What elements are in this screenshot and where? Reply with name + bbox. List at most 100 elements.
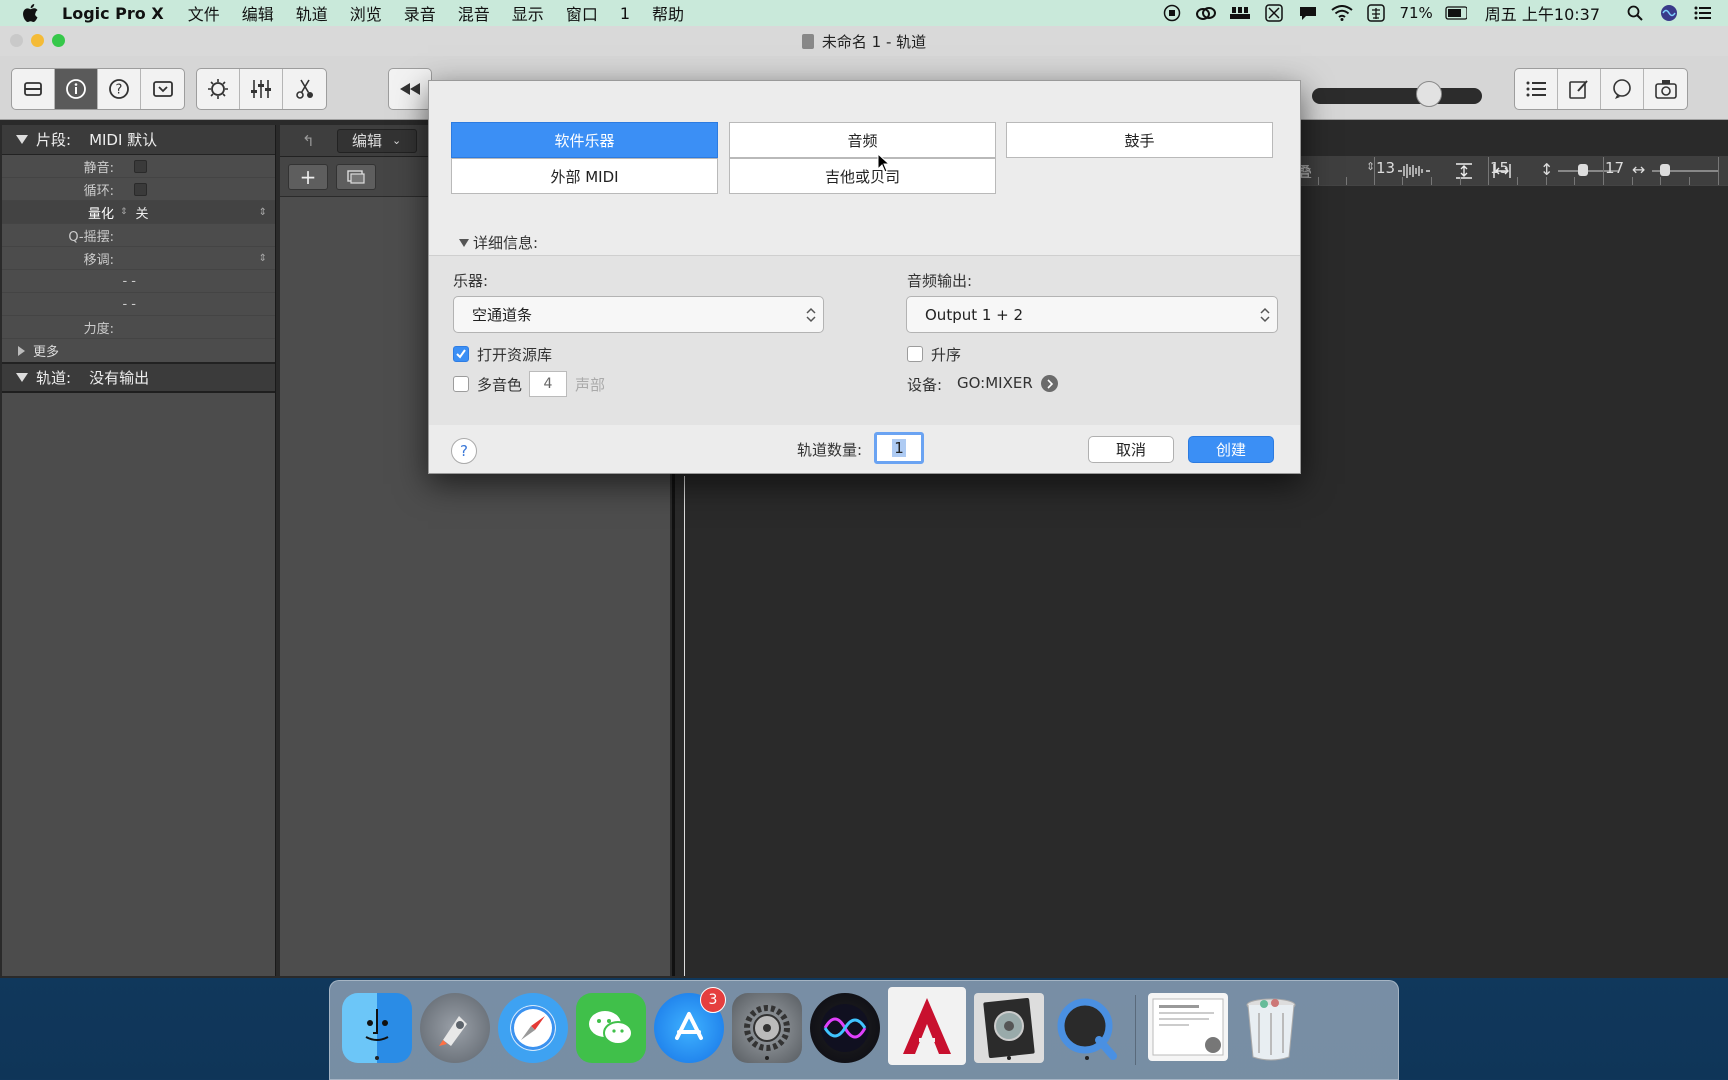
menu-app-name[interactable]: Logic Pro X	[62, 4, 164, 23]
menu-browse[interactable]: 浏览	[350, 1, 382, 25]
mixer-button[interactable]	[240, 69, 283, 109]
drummer-option[interactable]: 鼓手	[1006, 122, 1273, 158]
region-inspector-header[interactable]: 片段: MIDI 默认	[2, 125, 275, 155]
menu-view[interactable]: 显示	[512, 1, 544, 25]
master-volume-track[interactable]	[1312, 88, 1482, 104]
disclosure-triangle-icon[interactable]	[16, 135, 28, 144]
smart-controls-button[interactable]	[197, 69, 240, 109]
transpose-popup-icon[interactable]: ⇕	[259, 253, 267, 264]
track-stack-button[interactable]	[336, 164, 376, 190]
wechat-icon[interactable]	[576, 993, 646, 1063]
app-store-icon[interactable]: 3	[654, 987, 726, 1063]
library-button[interactable]	[12, 69, 55, 109]
details-disclosure[interactable]: 详细信息:	[459, 232, 538, 253]
inspector-row-quantize[interactable]: 量化 ⇕ 关 ⇕	[2, 201, 275, 224]
external-midi-option[interactable]: 外部 MIDI	[451, 158, 718, 194]
window-controls	[10, 34, 65, 47]
track-name[interactable]: 没有输出	[89, 367, 149, 388]
quick-help-button[interactable]: ?	[98, 69, 141, 109]
inspector-row-transpose[interactable]: 移调: ⇕	[2, 247, 275, 270]
input-method-icon[interactable]	[1365, 4, 1387, 22]
clock[interactable]: 周五 上午10:37	[1485, 1, 1600, 25]
menu-edit[interactable]: 编辑	[242, 1, 274, 25]
finder-icon[interactable]	[342, 993, 412, 1063]
audio-option[interactable]: 音频	[729, 122, 996, 158]
help-button[interactable]: ?	[451, 438, 477, 464]
notification-icon[interactable]	[1297, 4, 1319, 22]
minimize-window-button[interactable]	[31, 34, 44, 47]
quantize-popup-icon[interactable]: ⇕	[259, 207, 267, 218]
network-utility-icon[interactable]	[1263, 4, 1285, 22]
siri-icon[interactable]	[810, 993, 880, 1063]
mute-checkbox[interactable]	[134, 159, 147, 173]
audio-output-select[interactable]: Output 1 + 2	[906, 296, 1278, 333]
guitar-bass-option[interactable]: 吉他或贝司	[729, 158, 996, 194]
ruler-label: 13	[1376, 159, 1396, 177]
safari-icon[interactable]	[498, 993, 568, 1063]
track-count-input[interactable]: 1	[874, 432, 924, 464]
mouse-pointer-icon	[877, 153, 891, 173]
list-editors-button[interactable]	[1515, 69, 1558, 109]
multitimbral-checkbox[interactable]	[453, 376, 469, 392]
browsers-button[interactable]	[1644, 69, 1687, 109]
menu-screenset[interactable]: 1	[620, 4, 630, 23]
spotlight-search-icon[interactable]	[1624, 4, 1646, 22]
software-instrument-option[interactable]: 软件乐器	[451, 122, 718, 158]
multitimbral-count-field[interactable]: 4	[529, 371, 567, 397]
master-volume-knob[interactable]	[1416, 81, 1442, 107]
editors-button[interactable]	[283, 69, 326, 109]
inspector-button[interactable]	[55, 69, 98, 109]
ascending-checkbox[interactable]	[907, 346, 923, 362]
instrument-select[interactable]: 空通道条	[453, 296, 824, 333]
toolbar-toggle-button[interactable]	[141, 69, 184, 109]
trash-icon[interactable]	[1236, 993, 1306, 1063]
wifi-icon[interactable]	[1331, 4, 1354, 22]
menu-record[interactable]: 录音	[404, 1, 436, 25]
menu-extra-icon[interactable]	[1229, 4, 1251, 22]
create-button[interactable]: 创建	[1188, 436, 1274, 463]
menu-help[interactable]: 帮助	[652, 1, 684, 25]
quicktime-icon[interactable]	[1052, 993, 1122, 1063]
disclosure-triangle-icon[interactable]	[16, 373, 28, 382]
battery-icon[interactable]	[1445, 4, 1467, 22]
note-pads-button[interactable]	[1558, 69, 1601, 109]
bar-ruler[interactable]: 13 15 17	[1298, 156, 1728, 186]
system-preferences-icon[interactable]	[732, 993, 802, 1063]
preview-document-icon[interactable]	[1148, 993, 1228, 1061]
open-library-checkbox[interactable]	[453, 346, 469, 362]
more-disclosure[interactable]: 更多	[2, 339, 275, 363]
disclosure-triangle-icon[interactable]	[459, 238, 469, 247]
loop-checkbox[interactable]	[134, 182, 147, 196]
device-link-button[interactable]	[1041, 375, 1058, 392]
logic-pro-icon[interactable]	[974, 993, 1044, 1063]
library-icon	[24, 82, 42, 96]
ruler-tick	[1546, 177, 1547, 185]
menu-file[interactable]: 文件	[188, 1, 220, 25]
close-window-button[interactable]	[10, 34, 23, 47]
cancel-button[interactable]: 取消	[1088, 436, 1174, 463]
rewind-button[interactable]	[389, 69, 431, 109]
quantize-value[interactable]: 关	[128, 203, 149, 222]
region-name[interactable]: MIDI 默认	[89, 129, 157, 150]
quantize-stepper-icon[interactable]: ⇕	[120, 207, 128, 217]
zoom-window-button[interactable]	[52, 34, 65, 47]
apple-menu-icon[interactable]	[22, 3, 48, 23]
edit-menu[interactable]: 编辑 ⌄	[336, 128, 417, 153]
add-track-button[interactable]: +	[288, 164, 328, 190]
creative-cloud-icon[interactable]	[1195, 4, 1217, 22]
notification-center-icon[interactable]	[1692, 4, 1714, 22]
menu-track[interactable]: 轨道	[296, 1, 328, 25]
launchpad-icon[interactable]	[420, 993, 490, 1063]
autocad-icon[interactable]	[888, 987, 966, 1065]
back-arrow-icon[interactable]: ↰	[302, 132, 315, 150]
battery-percent: 71%	[1399, 4, 1433, 22]
menu-window[interactable]: 窗口	[566, 1, 598, 25]
disclosure-right-icon[interactable]	[18, 345, 25, 356]
screen-record-icon[interactable]	[1161, 4, 1183, 22]
loop-label: 循环:	[83, 183, 114, 199]
loop-browser-button[interactable]	[1601, 69, 1644, 109]
siri-icon[interactable]	[1658, 4, 1680, 22]
track-inspector-header[interactable]: 轨道: 没有输出	[2, 363, 275, 393]
menu-mix[interactable]: 混音	[458, 1, 490, 25]
instrument-value: 空通道条	[472, 306, 533, 324]
